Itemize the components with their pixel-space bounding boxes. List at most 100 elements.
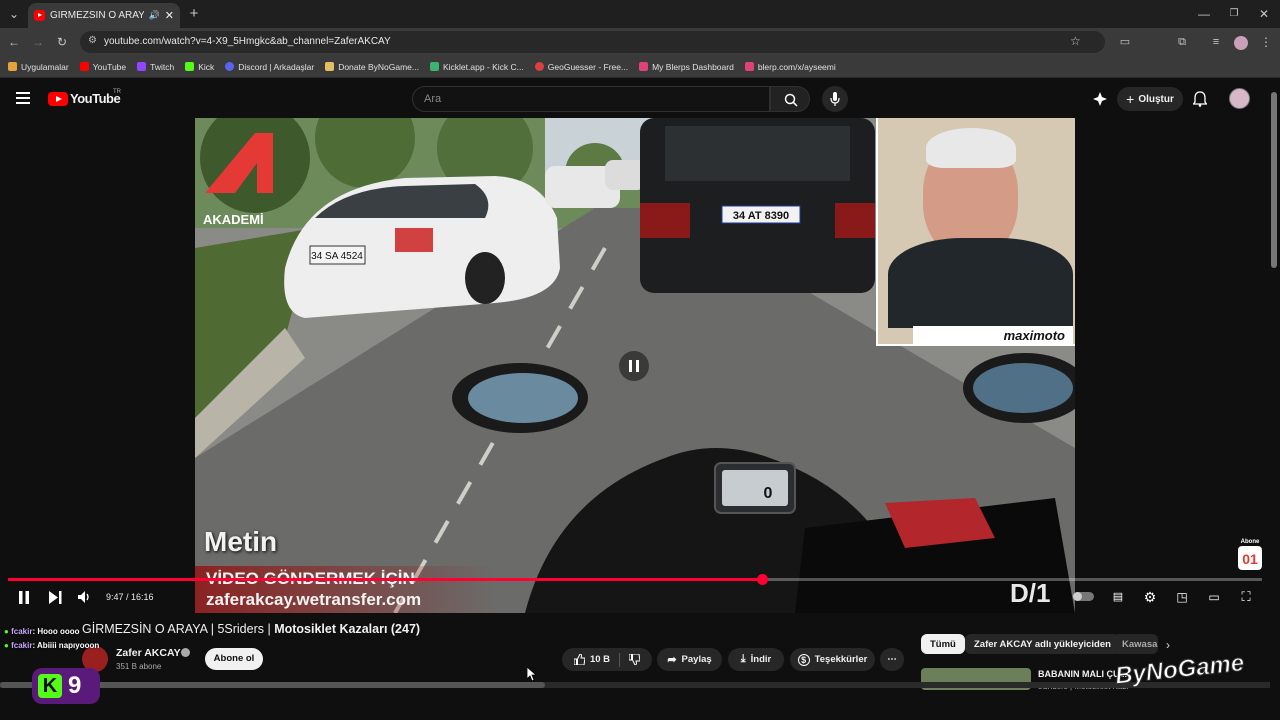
thanks-dollar-icon: $ xyxy=(797,653,810,666)
youtube-header: YouTube TR Ara + Oluştur xyxy=(0,80,1280,118)
plate-white-car: 34 SA 4524 xyxy=(311,251,363,262)
browser-tab[interactable]: GİRMEZSİN O ARAYA | 5Sri 🔊 ✕ xyxy=(28,3,180,28)
create-button[interactable]: + Oluştur xyxy=(1117,87,1183,111)
media-icon[interactable]: ≡ xyxy=(1206,32,1226,52)
bookmark-discord[interactable]: Discord | Arkadaşlar xyxy=(225,62,314,72)
like-count: 10 B xyxy=(589,654,611,665)
chat-message: ● fcakir: Hooo oooo xyxy=(4,627,80,636)
share-button[interactable]: ➦ Paylaş xyxy=(657,648,722,671)
speedometer-readout: 0 xyxy=(764,485,773,502)
gemini-sparkle-icon[interactable] xyxy=(1093,92,1107,106)
search-input[interactable]: Ara xyxy=(412,86,770,112)
pause-button[interactable] xyxy=(14,588,34,606)
like-dislike-group: 10 B xyxy=(562,648,652,671)
chat-badge-icon: ● xyxy=(4,627,9,636)
chip-all[interactable]: Tümü xyxy=(921,634,965,654)
hamburger-menu-icon[interactable] xyxy=(16,92,30,104)
omnibox[interactable]: ⚙ youtube.com/watch?v=4-X9_5Hmgkc&ab_cha… xyxy=(80,31,1105,53)
chat-user: fcakir xyxy=(11,641,33,650)
subtitles-icon[interactable]: ▤ xyxy=(1108,588,1128,606)
mouse-cursor-icon xyxy=(527,667,537,681)
chips-next-icon[interactable]: › xyxy=(1166,638,1170,652)
address-toolbar: ← → ↻ ⚙ youtube.com/watch?v=4-X9_5Hmgkc&… xyxy=(0,28,1280,56)
browser-menu-icon[interactable]: ⋮ xyxy=(1256,32,1276,52)
kick-viewer-count: 9 xyxy=(68,672,82,699)
video-title-main: Motosiklet Kazaları (247) xyxy=(274,622,421,636)
window-close-icon[interactable]: ✕ xyxy=(1254,4,1274,24)
restore-icon[interactable]: ❐ xyxy=(1224,4,1244,24)
account-avatar[interactable] xyxy=(1229,88,1250,109)
horizontal-scrollbar[interactable] xyxy=(0,682,1270,688)
bookmark-star-icon[interactable]: ☆ xyxy=(1070,34,1081,48)
voice-search-button[interactable] xyxy=(822,86,848,112)
new-tab-icon[interactable]: + xyxy=(184,4,204,24)
like-button[interactable]: 10 B xyxy=(573,654,611,665)
time-display: 9:47 / 16:16 xyxy=(106,592,154,602)
thanks-label: Teşekkürler xyxy=(814,654,868,665)
fullscreen-icon[interactable]: ⛶ xyxy=(1236,588,1256,606)
reload-icon[interactable]: ↻ xyxy=(52,32,72,52)
bookmark-kick[interactable]: Kick xyxy=(185,62,214,72)
subscribe-sticker: Abone ol 01 xyxy=(1238,539,1262,570)
bookmark-youtube[interactable]: YouTube xyxy=(79,62,126,72)
divider xyxy=(619,652,621,667)
bookmark-twitch[interactable]: Twitch xyxy=(137,62,174,72)
academy-logo-text: AKADEMİ xyxy=(203,212,264,227)
site-info-icon[interactable]: ⚙ xyxy=(88,35,97,46)
microphone-icon xyxy=(830,92,840,106)
profile-avatar[interactable] xyxy=(1234,36,1248,50)
next-icon xyxy=(48,591,61,604)
volume-button[interactable] xyxy=(74,588,94,606)
video-player[interactable]: 34 SA 4524 34 AT 8390 0 AKADEMİ maximoto… xyxy=(195,118,1075,613)
progress-bar[interactable] xyxy=(8,574,1262,585)
bookmark-blerps[interactable]: My Blerps Dashboard xyxy=(639,62,734,72)
channel-name[interactable]: Zafer AKCAY xyxy=(116,647,181,659)
autoplay-toggle[interactable] xyxy=(1073,592,1094,601)
miniplayer-icon[interactable]: ◳ xyxy=(1172,588,1192,606)
bookmark-kicklet[interactable]: Kicklet.app - Kick C... xyxy=(429,62,524,72)
forward-icon[interactable]: → xyxy=(28,32,48,52)
youtube-logo-icon[interactable] xyxy=(48,92,68,106)
cast-icon[interactable]: ▭ xyxy=(1115,32,1135,52)
minimize-icon[interactable]: — xyxy=(1194,4,1214,24)
tab-audio-icon[interactable]: 🔊 xyxy=(149,10,160,21)
tab-search-icon[interactable]: ⌄ xyxy=(4,4,24,24)
pause-indicator-icon xyxy=(619,351,649,381)
download-label: İndir xyxy=(750,654,772,665)
next-button[interactable] xyxy=(45,588,65,606)
kick-logo-icon: K xyxy=(38,674,62,698)
download-button[interactable]: ⤓ İndir xyxy=(728,648,784,671)
plus-icon: + xyxy=(1126,91,1135,107)
bynogame-icon xyxy=(325,62,335,71)
chip-uploader[interactable]: Zafer AKCAY adlı yükleyiciden xyxy=(965,634,1120,654)
bookmark-geoguesser[interactable]: GeoGuesser - Free... xyxy=(534,62,628,72)
youtube-favicon-icon xyxy=(34,10,45,21)
notifications-bell-icon[interactable] xyxy=(1192,91,1208,112)
chat-text: : Abiiii napıyooon xyxy=(32,641,100,650)
thumbs-down-icon[interactable] xyxy=(629,654,641,665)
page-scrollbar[interactable] xyxy=(1271,92,1277,268)
chat-message: ● fcakir: Abiiii napıyooon xyxy=(4,641,99,650)
chat-user: fcakir xyxy=(11,627,33,636)
thanks-button[interactable]: $ Teşekkürler xyxy=(790,648,875,671)
share-label: Paylaş xyxy=(681,654,712,665)
chip-kawasaki[interactable]: Kawasa xyxy=(1113,634,1158,654)
tab-close-icon[interactable]: ✕ xyxy=(165,9,174,22)
bookmark-apps[interactable]: Uygulamalar xyxy=(8,62,69,72)
settings-gear-icon[interactable]: ⚙ xyxy=(1140,588,1160,606)
kick-icon xyxy=(185,62,195,71)
search-button[interactable] xyxy=(770,86,810,112)
video-title-prefix: GİRMEZSİN O ARAYA | 5Sriders | xyxy=(82,622,275,636)
bookmark-bynogame[interactable]: Donate ByNoGame... xyxy=(325,62,419,72)
subscribe-button[interactable]: Abone ol xyxy=(205,648,263,670)
extensions-icon[interactable]: ⧉ xyxy=(1172,32,1192,52)
sponsor-banner: maximoto xyxy=(913,326,1073,344)
verified-check-icon xyxy=(181,648,190,657)
more-actions-button[interactable]: ⋯ xyxy=(880,648,904,671)
theater-mode-icon[interactable]: ▭ xyxy=(1204,588,1224,606)
bookmark-blerp-ayseemi[interactable]: blerp.com/x/ayseemi xyxy=(744,62,836,72)
scrubber-handle[interactable] xyxy=(756,574,768,585)
more-dots-icon: ⋯ xyxy=(887,654,897,665)
share-arrow-icon: ➦ xyxy=(667,654,677,666)
back-icon[interactable]: ← xyxy=(4,32,24,52)
